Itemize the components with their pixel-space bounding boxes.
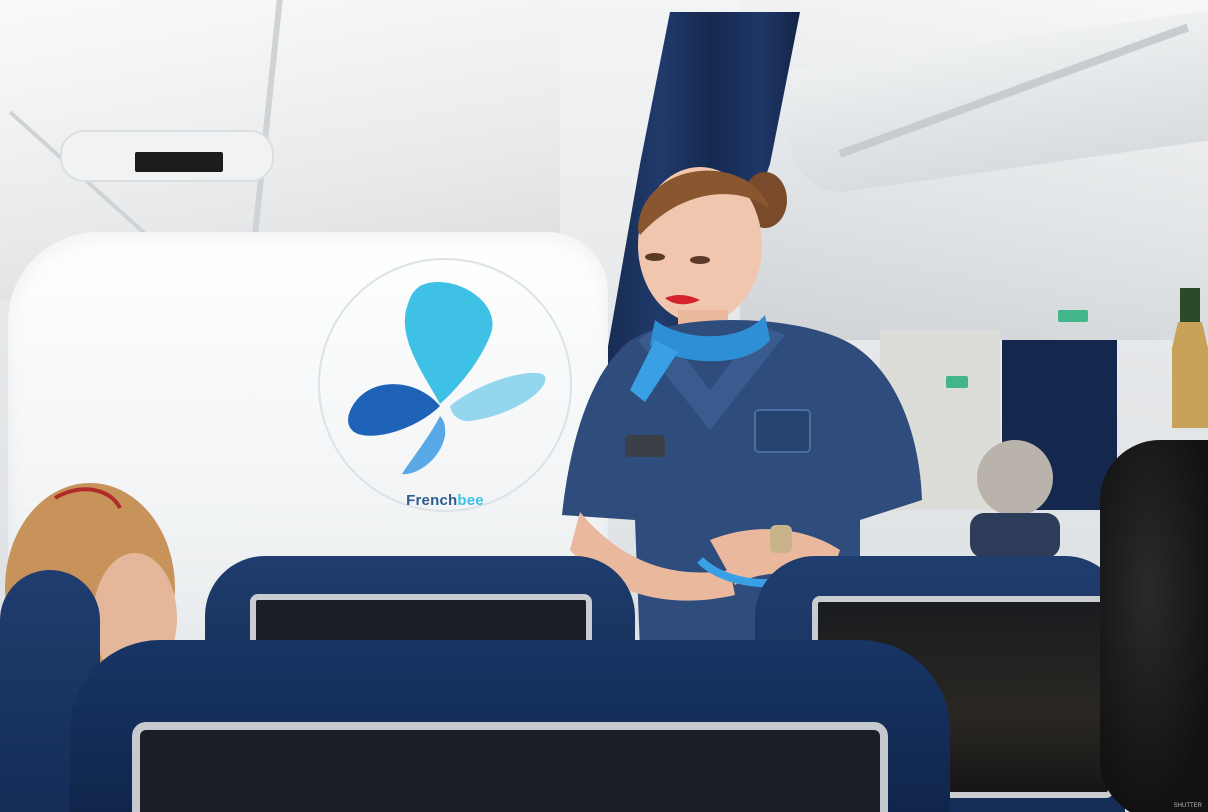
bottle xyxy=(1172,288,1208,428)
passenger-rear-right xyxy=(970,440,1060,558)
photo-credit: SHUTTER xyxy=(1173,803,1202,809)
butterfly-logo-icon xyxy=(348,282,546,475)
seatback-screen-foreground xyxy=(132,722,888,812)
passenger-foreground-right xyxy=(1100,440,1208,812)
logo-text-french: French xyxy=(406,492,458,509)
exit-sign xyxy=(946,376,968,388)
exit-sign xyxy=(1058,310,1088,322)
airplane-cabin-photo: Frenchbee SHUTTER xyxy=(0,0,1208,812)
brand-logo-text: Frenchbee xyxy=(380,492,510,509)
overhead-display xyxy=(135,152,223,172)
logo-text-bee: bee xyxy=(457,492,484,509)
